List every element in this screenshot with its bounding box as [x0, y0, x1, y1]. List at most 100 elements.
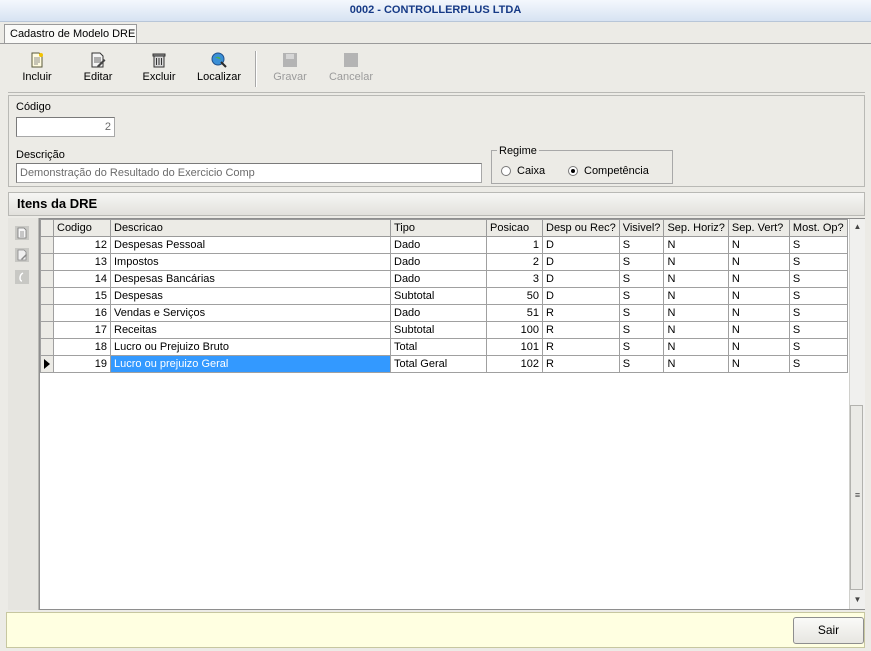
cell-descricao[interactable]: Lucro ou prejuizo Geral [110, 355, 391, 373]
cell-visivel[interactable]: S [618, 253, 665, 271]
column-header-codigo[interactable]: Codigo [53, 219, 111, 237]
cell-descricao[interactable]: Despesas Bancárias [110, 270, 391, 288]
delete-row-icon[interactable] [14, 269, 30, 285]
table-row[interactable]: 15 Despesas Subtotal 50 D S N N S [40, 287, 848, 305]
cell-posicao[interactable]: 3 [486, 270, 543, 288]
cell-tipo[interactable]: Total [390, 338, 487, 356]
cell-visivel[interactable]: S [618, 355, 665, 373]
descricao-field[interactable]: Demonstração do Resultado do Exercicio C… [16, 163, 482, 183]
cell-sep-vert[interactable]: N [727, 338, 790, 356]
scroll-down-icon[interactable]: ▼ [850, 595, 865, 604]
cell-posicao[interactable]: 100 [486, 321, 543, 339]
cell-descricao[interactable]: Receitas [110, 321, 391, 339]
cell-sep-vert[interactable]: N [727, 304, 790, 322]
row-indicator[interactable] [40, 287, 54, 305]
cell-tipo[interactable]: Dado [390, 253, 487, 271]
cell-visivel[interactable]: S [618, 270, 665, 288]
table-row[interactable]: 12 Despesas Pessoal Dado 1 D S N N S [40, 236, 848, 254]
cell-codigo[interactable]: 14 [53, 270, 111, 288]
column-header-tipo[interactable]: Tipo [390, 219, 487, 237]
cell-desp-ou-rec[interactable]: D [542, 270, 620, 288]
scroll-up-icon[interactable]: ▲ [850, 222, 865, 231]
cell-desp-ou-rec[interactable]: R [542, 338, 620, 356]
cell-sep-vert[interactable]: N [727, 253, 790, 271]
table-row[interactable]: 14 Despesas Bancárias Dado 3 D S N N S [40, 270, 848, 288]
cell-visivel[interactable]: S [618, 321, 665, 339]
cell-sep-horiz[interactable]: N [663, 338, 729, 356]
cell-tipo[interactable]: Dado [390, 236, 487, 254]
cell-posicao[interactable]: 51 [486, 304, 543, 322]
table-row[interactable]: 17 Receitas Subtotal 100 R S N N S [40, 321, 848, 339]
cancelar-button[interactable]: Cancelar [323, 52, 379, 88]
cell-codigo[interactable]: 17 [53, 321, 111, 339]
cell-descricao[interactable]: Vendas e Serviços [110, 304, 391, 322]
tab-cadastro-modelo-dre[interactable]: Cadastro de Modelo DRE [4, 24, 137, 43]
cell-sep-horiz[interactable]: N [663, 355, 729, 373]
row-indicator[interactable] [40, 321, 54, 339]
cell-sep-vert[interactable]: N [727, 287, 790, 305]
incluir-button[interactable]: Incluir [9, 52, 65, 88]
row-indicator[interactable] [40, 236, 54, 254]
competencia-radio[interactable] [568, 166, 578, 176]
sair-button[interactable]: Sair [793, 617, 864, 644]
cell-visivel[interactable]: S [618, 304, 665, 322]
cell-most-op[interactable]: S [788, 321, 848, 339]
cell-sep-vert[interactable]: N [727, 321, 790, 339]
table-row-selected[interactable]: 19 Lucro ou prejuizo Geral Total Geral 1… [40, 355, 848, 373]
cell-desp-ou-rec[interactable]: D [542, 287, 620, 305]
cell-codigo[interactable]: 16 [53, 304, 111, 322]
cell-sep-horiz[interactable]: N [663, 321, 729, 339]
cell-most-op[interactable]: S [788, 355, 848, 373]
excluir-button[interactable]: Excluir [131, 52, 187, 88]
row-indicator[interactable] [40, 338, 54, 356]
column-header-descricao[interactable]: Descricao [110, 219, 391, 237]
cell-desp-ou-rec[interactable]: D [542, 253, 620, 271]
column-header-sep-horiz[interactable]: Sep. Horiz? [663, 219, 729, 237]
column-header-posicao[interactable]: Posicao [486, 219, 543, 237]
cell-sep-vert[interactable]: N [727, 270, 790, 288]
cell-most-op[interactable]: S [788, 253, 848, 271]
add-row-icon[interactable] [14, 225, 30, 241]
cell-posicao[interactable]: 2 [486, 253, 543, 271]
cell-sep-vert[interactable]: N [727, 355, 790, 373]
row-indicator[interactable] [40, 304, 54, 322]
column-header-most-op[interactable]: Most. Op? [788, 219, 848, 237]
cell-desp-ou-rec[interactable]: R [542, 304, 620, 322]
cell-tipo[interactable]: Subtotal [390, 287, 487, 305]
editar-button[interactable]: Editar [70, 52, 126, 88]
gravar-button[interactable]: Gravar [262, 52, 318, 88]
cell-desp-ou-rec[interactable]: R [542, 355, 620, 373]
table-row[interactable]: 13 Impostos Dado 2 D S N N S [40, 253, 848, 271]
cell-most-op[interactable]: S [788, 287, 848, 305]
cell-desp-ou-rec[interactable]: D [542, 236, 620, 254]
cell-tipo[interactable]: Dado [390, 270, 487, 288]
cell-sep-vert[interactable]: N [727, 236, 790, 254]
cell-tipo[interactable]: Total Geral [390, 355, 487, 373]
cell-most-op[interactable]: S [788, 304, 848, 322]
cell-sep-horiz[interactable]: N [663, 253, 729, 271]
cell-tipo[interactable]: Subtotal [390, 321, 487, 339]
column-header-visivel[interactable]: Visivel? [618, 219, 665, 237]
dre-items-grid[interactable]: Codigo Descricao Tipo Posicao Desp ou Re… [39, 218, 865, 610]
cell-most-op[interactable]: S [788, 270, 848, 288]
cell-visivel[interactable]: S [618, 338, 665, 356]
cell-sep-horiz[interactable]: N [663, 270, 729, 288]
cell-most-op[interactable]: S [788, 236, 848, 254]
cell-posicao[interactable]: 102 [486, 355, 543, 373]
cell-codigo[interactable]: 19 [53, 355, 111, 373]
localizar-button[interactable]: Localizar [191, 52, 247, 88]
cell-sep-horiz[interactable]: N [663, 287, 729, 305]
cell-posicao[interactable]: 50 [486, 287, 543, 305]
row-indicator-current[interactable] [40, 355, 54, 373]
row-indicator[interactable] [40, 270, 54, 288]
table-row[interactable]: 16 Vendas e Serviços Dado 51 R S N N S [40, 304, 848, 322]
cell-tipo[interactable]: Dado [390, 304, 487, 322]
row-indicator[interactable] [40, 253, 54, 271]
cell-descricao[interactable]: Lucro ou Prejuizo Bruto [110, 338, 391, 356]
column-header-desp-ou-rec[interactable]: Desp ou Rec? [542, 219, 620, 237]
cell-visivel[interactable]: S [618, 236, 665, 254]
caixa-radio[interactable] [501, 166, 511, 176]
cell-codigo[interactable]: 15 [53, 287, 111, 305]
cell-codigo[interactable]: 12 [53, 236, 111, 254]
cell-descricao[interactable]: Despesas Pessoal [110, 236, 391, 254]
